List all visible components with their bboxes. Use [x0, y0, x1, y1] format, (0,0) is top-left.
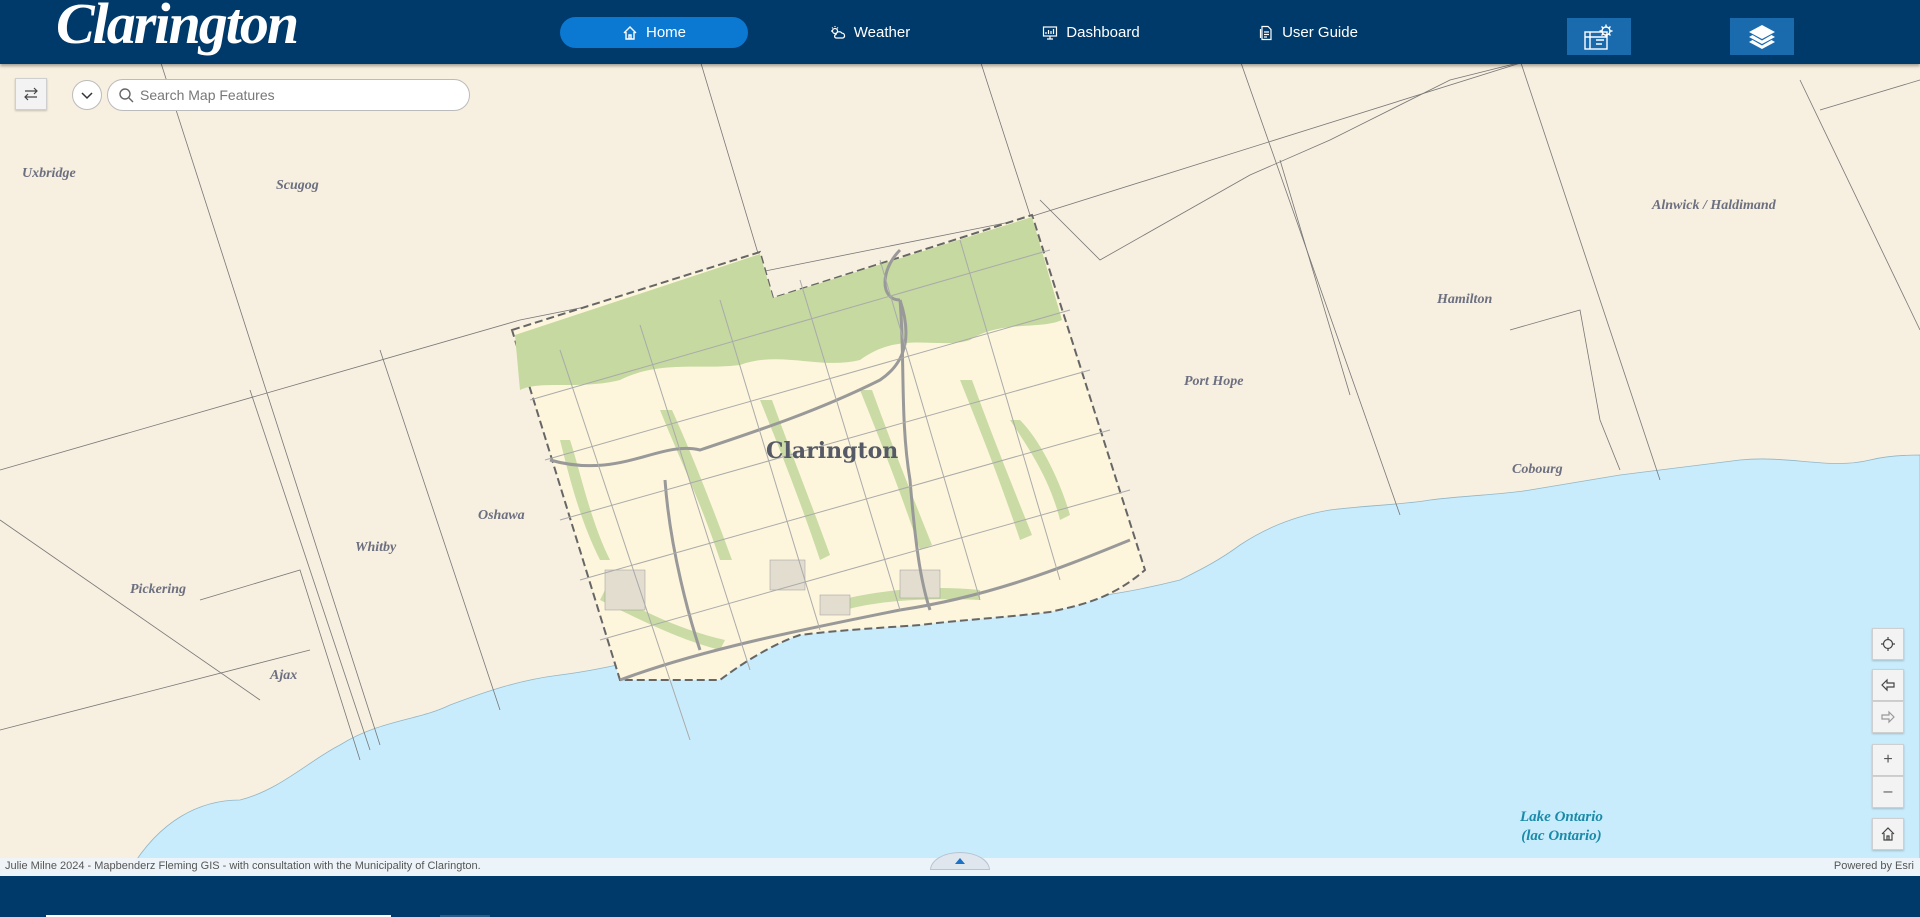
settings-gear-icon	[1584, 24, 1613, 50]
label-clarington: Clarington	[766, 438, 899, 464]
powered-by-esri[interactable]: Powered by Esri	[1834, 860, 1914, 872]
search-expand-button[interactable]	[72, 80, 102, 110]
zoom-out-button[interactable]: –	[1872, 776, 1904, 808]
label-cobourg: Cobourg	[1512, 462, 1563, 477]
nav-user-guide-button[interactable]: User Guide	[1256, 17, 1360, 48]
layers-icon	[1749, 24, 1775, 49]
search-bar	[107, 79, 470, 111]
label-uxbridge: Uxbridge	[22, 166, 76, 181]
nav-dashboard-label: Dashboard	[1066, 24, 1140, 41]
toggle-panel-button[interactable]	[15, 78, 47, 110]
previous-extent-button[interactable]	[1872, 669, 1904, 701]
locate-button[interactable]	[1872, 628, 1904, 660]
label-port-hope: Port Hope	[1184, 374, 1244, 389]
search-icon	[119, 88, 134, 103]
clarington-logo[interactable]: Clarington	[56, 0, 299, 56]
lake-label-line1: Lake Ontario	[1520, 809, 1603, 825]
home-icon	[623, 25, 637, 40]
label-pickering: Pickering	[130, 582, 186, 597]
label-hamilton: Hamilton	[1437, 292, 1493, 307]
chevron-down-icon	[81, 92, 93, 100]
swap-arrows-icon	[24, 87, 38, 101]
attribution-bar: Julie Milne 2024 - Mapbenderz Fleming GI…	[0, 852, 1920, 876]
label-alnwick: Alnwick / Haldimand	[1652, 198, 1776, 213]
tools-button[interactable]	[1567, 18, 1631, 55]
map-view[interactable]: Uxbridge Scugog Alnwick / Haldimand Hami…	[0, 64, 1920, 876]
weather-icon	[830, 25, 845, 39]
label-whitby: Whitby	[355, 540, 397, 555]
home-icon	[1881, 827, 1895, 841]
home-extent-button[interactable]	[1872, 818, 1904, 850]
dashboard-icon	[1043, 25, 1058, 40]
app-header: Clarington Home Weather Dashboard User G…	[0, 0, 1920, 64]
document-icon	[1259, 25, 1272, 40]
layers-button[interactable]	[1730, 18, 1794, 55]
locate-icon	[1881, 637, 1895, 651]
label-scugog: Scugog	[276, 178, 319, 193]
nav-dashboard-button[interactable]: Dashboard	[1036, 17, 1146, 48]
nav-weather-label: Weather	[853, 24, 911, 41]
zoom-in-button[interactable]: +	[1872, 744, 1904, 776]
nav-home-label: Home	[645, 24, 686, 41]
arrow-right-icon	[1881, 710, 1895, 724]
lake-label-line2: (lac Ontario)	[1521, 828, 1602, 844]
nav-weather-button[interactable]: Weather	[820, 17, 920, 48]
label-lake-ontario: Lake Ontario (lac Ontario)	[1520, 808, 1603, 846]
label-ajax: Ajax	[270, 668, 298, 683]
search-input[interactable]	[140, 87, 440, 103]
next-extent-button[interactable]	[1872, 701, 1904, 733]
triangle-up-icon	[955, 858, 965, 864]
nav-user-guide-label: User Guide	[1282, 24, 1358, 41]
nav-home-button[interactable]: Home	[560, 17, 748, 48]
attribution-text: Julie Milne 2024 - Mapbenderz Fleming GI…	[5, 860, 481, 872]
app-footer	[0, 876, 1920, 917]
arrow-left-icon	[1881, 678, 1895, 692]
label-oshawa: Oshawa	[478, 508, 525, 523]
